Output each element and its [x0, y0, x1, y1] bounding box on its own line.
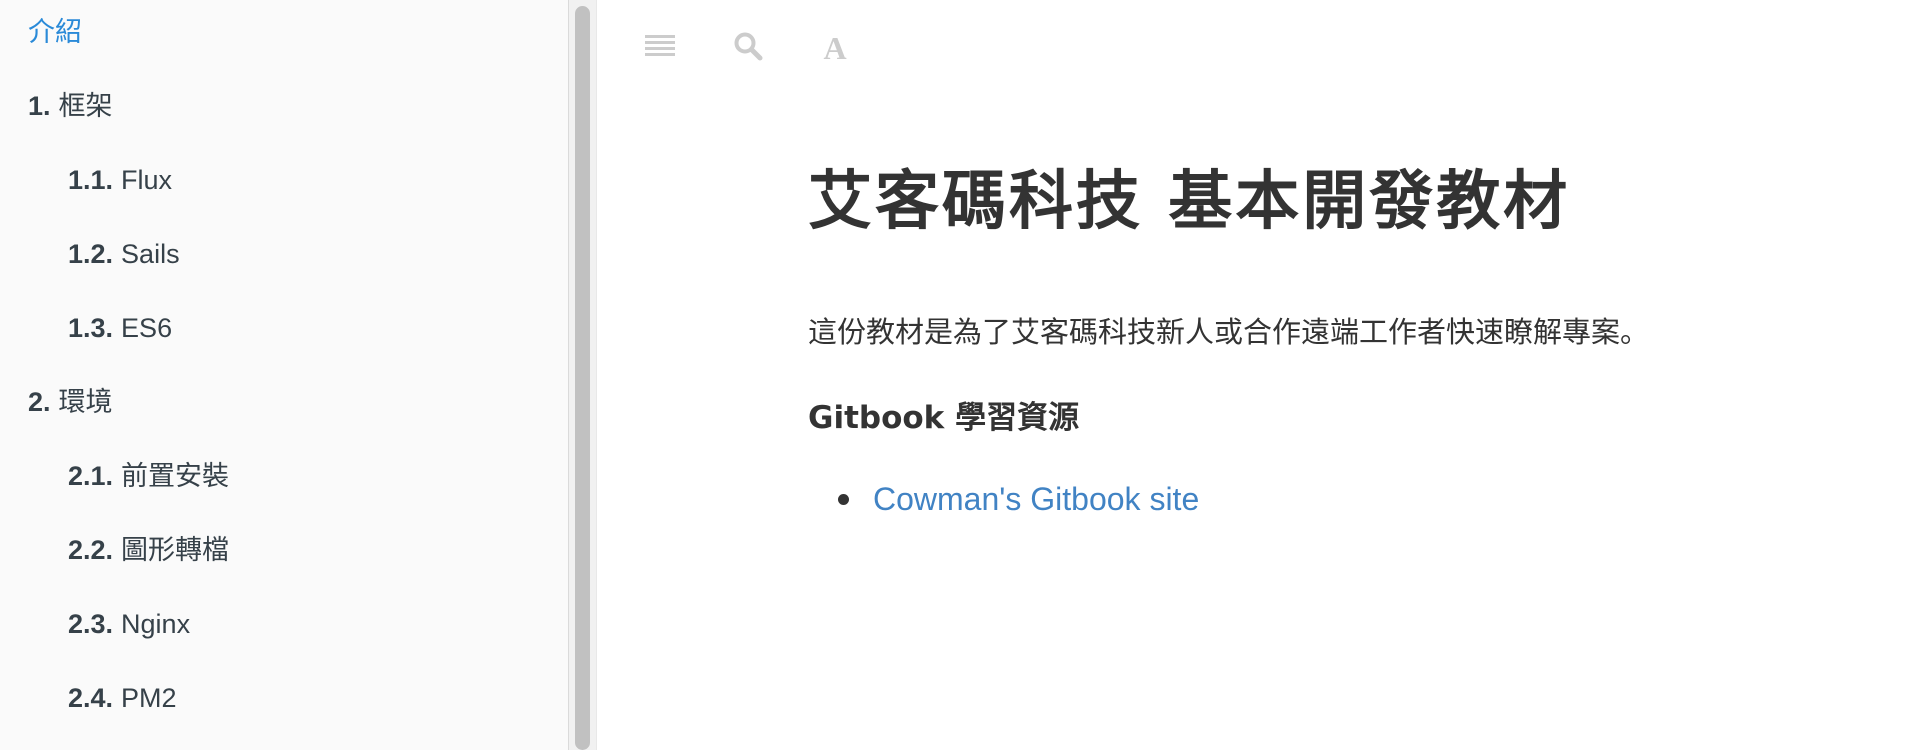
sidebar-item-number: 2.2.	[68, 535, 114, 565]
sidebar-item-label: 環境	[58, 387, 113, 417]
section-heading: Gitbook 學習資源	[808, 400, 1080, 436]
sidebar-item-image-conversion[interactable]: 2.2. 圖形轉檔	[68, 533, 229, 567]
sidebar-item-label: ES6	[121, 313, 173, 343]
sidebar-item-pm2[interactable]: 2.4. PM2	[68, 681, 177, 715]
sidebar-item-label: Nginx	[121, 609, 191, 639]
list-bullet	[838, 494, 849, 505]
search-icon	[733, 31, 763, 66]
sidebar-item-label: Flux	[121, 165, 173, 195]
sidebar-item-intro[interactable]: 介紹	[28, 15, 82, 49]
sidebar-item-number: 1.1.	[68, 165, 114, 195]
sidebar-item-prerequisites[interactable]: 2.1. 前置安裝	[68, 459, 229, 493]
sidebar-item-number: 2.	[28, 387, 51, 417]
page-title: 艾客碼科技 基本開發教材	[808, 165, 1571, 239]
book-app: 介紹 1. 框架 1.1. Flux 1.2. Sails 1.3. ES6 2…	[0, 0, 1914, 750]
sidebar-item-number: 2.3.	[68, 609, 114, 639]
sidebar: 介紹 1. 框架 1.1. Flux 1.2. Sails 1.3. ES6 2…	[0, 0, 569, 750]
sidebar-item-framework[interactable]: 1. 框架	[28, 89, 113, 123]
sidebar-item-flux[interactable]: 1.1. Flux	[68, 163, 172, 197]
sidebar-item-number: 1.	[28, 91, 51, 121]
font-settings-icon: A	[823, 30, 847, 66]
search-button[interactable]	[728, 28, 768, 68]
menu-icon	[645, 34, 675, 63]
sidebar-item-label: 框架	[58, 91, 113, 121]
sidebar-item-label: Sails	[121, 239, 180, 269]
sidebar-item-sails[interactable]: 1.2. Sails	[68, 237, 180, 271]
sidebar-item-es6[interactable]: 1.3. ES6	[68, 311, 172, 345]
sidebar-item-label: PM2	[121, 683, 177, 713]
sidebar-scrollbar[interactable]	[568, 0, 597, 750]
toggle-summary-button[interactable]	[640, 28, 680, 68]
main-content: A 艾客碼科技 基本開發教材 這份教材是為了艾客碼科技新人或合作遠端工作者快速瞭…	[598, 0, 1914, 750]
sidebar-item-label: 介紹	[28, 17, 82, 47]
resource-link[interactable]: Cowman's Gitbook site	[873, 479, 1199, 519]
sidebar-item-number: 2.1.	[68, 461, 114, 491]
sidebar-item-label: 圖形轉檔	[121, 535, 230, 565]
sidebar-item-number: 2.4.	[68, 683, 114, 713]
scrollbar-thumb[interactable]	[575, 6, 590, 750]
sidebar-item-number: 1.2.	[68, 239, 114, 269]
sidebar-item-number: 1.3.	[68, 313, 114, 343]
sidebar-item-environment[interactable]: 2. 環境	[28, 385, 113, 419]
sidebar-item-label: 前置安裝	[121, 461, 230, 491]
intro-paragraph: 這份教材是為了艾客碼科技新人或合作遠端工作者快速瞭解專案。	[808, 315, 1650, 349]
font-settings-button[interactable]: A	[815, 28, 855, 68]
sidebar-item-nginx[interactable]: 2.3. Nginx	[68, 607, 190, 641]
